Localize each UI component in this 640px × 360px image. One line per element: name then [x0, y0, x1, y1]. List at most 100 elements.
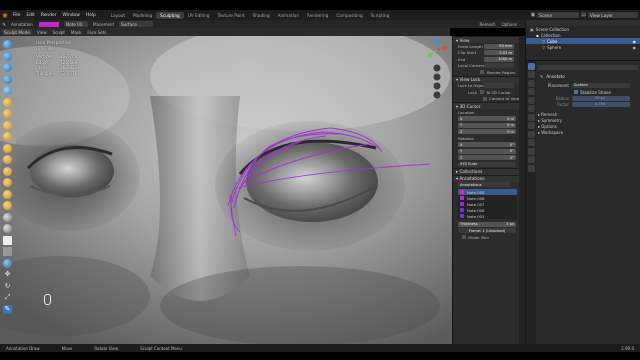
menu-edit[interactable]: Edit [23, 13, 38, 18]
smooth-brush-icon[interactable] [3, 86, 12, 95]
layer-color-swatch[interactable] [460, 202, 464, 206]
elastic-brush-icon[interactable] [3, 166, 12, 176]
clip-end-field[interactable]: 1000 m [484, 56, 514, 62]
radius-field[interactable]: 35 px [572, 95, 630, 101]
location-x-field[interactable]: X0 m [458, 116, 516, 122]
layer-color-swatch[interactable] [460, 208, 464, 212]
mesh-filter-icon[interactable] [3, 258, 12, 268]
eye-icon[interactable]: ◉ [633, 45, 637, 50]
viewport-menu-mask[interactable]: Mask [68, 30, 84, 35]
focal-length-field[interactable]: 80 mm [484, 43, 514, 49]
eye-icon[interactable]: ◉ [633, 39, 637, 44]
lock-to-object-field[interactable] [484, 83, 514, 89]
object-tab-icon[interactable] [527, 113, 535, 121]
scale-tool-icon[interactable]: ⤢ [3, 293, 12, 302]
viewport-menu-sculpt[interactable]: Sculpt [50, 30, 69, 35]
collections-header[interactable]: ▸ Collections [453, 167, 525, 175]
onion-skin-checkbox[interactable] [462, 235, 466, 240]
local-camera-field[interactable] [484, 63, 514, 69]
workspace-tab-compositing[interactable]: Compositing [332, 12, 366, 19]
annotate-tool-icon[interactable]: ✎ [3, 304, 12, 314]
move-tool-icon[interactable]: ✥ [3, 270, 12, 279]
workspace-tab-animation[interactable]: Animation [274, 12, 303, 19]
fill-brush-icon[interactable] [3, 109, 12, 118]
workspace-tab-modeling[interactable]: Modeling [129, 12, 156, 19]
placement-dropdown[interactable]: Surface [572, 82, 630, 88]
workspace-tab-texture-paint[interactable]: Texture Paint [214, 12, 249, 19]
draw-face-sets-icon[interactable] [3, 224, 12, 233]
remesh-button[interactable]: Remesh [477, 22, 499, 27]
view-lock-header[interactable]: ▾ View Lock [453, 75, 525, 83]
constraints-tab-icon[interactable] [527, 147, 535, 155]
frame-field[interactable]: Frame: 1 (Unlocked) [458, 228, 516, 234]
thickness-field[interactable]: Thickness 3 px [458, 221, 516, 227]
annotations-header[interactable]: ▾ Annotations [453, 174, 525, 182]
view-layer-tab-icon[interactable] [527, 88, 535, 95]
location-y-field[interactable]: Y0 m [458, 122, 516, 128]
rotation-z-field[interactable]: Z 0° [458, 155, 516, 161]
multiplane-scrape-icon[interactable] [3, 132, 12, 141]
3d-cursor-header[interactable]: ▾ 3D Cursor [453, 102, 525, 109]
box-hide-icon[interactable] [3, 247, 12, 256]
box-mask-icon[interactable] [3, 235, 12, 245]
annotations-datablock[interactable]: Annotations [458, 182, 510, 188]
list-item[interactable]: Note.003 [458, 213, 517, 219]
navigation-gizmo[interactable] [424, 38, 450, 100]
workspace-tab-sculpting[interactable]: Sculpting [156, 11, 184, 19]
workspace-tab-layout[interactable]: Layout [107, 12, 129, 19]
modifier-tab-icon[interactable] [527, 122, 535, 129]
panel-workspace[interactable]: ▸ Workspace [538, 129, 638, 135]
viewport-menu-face-sets[interactable]: Face Sets [84, 30, 109, 35]
blender-logo-icon[interactable]: ◉ [0, 12, 10, 19]
data-tab-icon[interactable] [527, 156, 535, 163]
workspace-tab-shading[interactable]: Shading [249, 12, 274, 19]
pinch-brush-icon[interactable] [3, 143, 12, 153]
layer-brush-icon[interactable] [3, 74, 12, 84]
outliner-row[interactable]: ▽ Sphere ◉ [526, 44, 640, 50]
options-button[interactable]: Options [499, 22, 520, 27]
location-z-field[interactable]: Z0 m [458, 129, 516, 135]
tool-tab-icon[interactable] [527, 62, 535, 70]
workspace-tab-scripting[interactable]: Scripting [367, 12, 394, 19]
3d-viewport[interactable]: User Perspective (1) Cube Vertices 262,76… [0, 36, 452, 344]
rotation-x-field[interactable]: X 0° [458, 142, 516, 148]
output-tab-icon[interactable] [527, 79, 535, 87]
placement-dropdown[interactable]: Surface [119, 21, 154, 27]
to-3d-cursor-checkbox[interactable] [480, 90, 484, 95]
menu-render[interactable]: Render [38, 13, 60, 18]
menu-help[interactable]: Help [83, 13, 99, 18]
rotation-mode-dropdown[interactable]: XYZ Euler [458, 161, 516, 167]
thumb-brush-icon[interactable] [3, 189, 12, 199]
layer-color-swatch[interactable] [460, 190, 464, 194]
workspace-tab-uv-editing[interactable]: UV Editing [184, 12, 214, 19]
physics-tab-icon[interactable] [527, 139, 535, 146]
mask-brush-icon[interactable] [3, 212, 12, 222]
clay-brush-icon[interactable] [3, 51, 12, 61]
note-selector[interactable]: Note 00 [63, 21, 88, 27]
stabilize-stroke-checkbox[interactable] [574, 90, 578, 94]
onion-skin-row[interactable]: Onion Skin [453, 234, 525, 241]
annotate-tool-icon[interactable]: ✎ [0, 22, 8, 27]
scene-tab-icon[interactable] [527, 96, 535, 104]
annotation-color-swatch[interactable] [38, 21, 59, 27]
particles-tab-icon[interactable] [527, 130, 535, 138]
flatten-brush-icon[interactable] [3, 97, 12, 107]
scene-selector[interactable]: Scene [537, 12, 580, 18]
mode-selector[interactable]: Sculpt Mode [2, 29, 32, 35]
factor-field[interactable]: 0.750 [572, 101, 630, 107]
layer-color-swatch[interactable] [460, 196, 464, 200]
pose-brush-icon[interactable] [3, 201, 12, 210]
viewport-menu-view[interactable]: View [34, 30, 50, 35]
view-section-header[interactable]: ▾ View [453, 36, 525, 43]
crease-brush-icon[interactable] [3, 63, 12, 72]
properties-search-input[interactable] [538, 65, 638, 70]
clip-start-field[interactable]: 0.01 m [484, 50, 514, 56]
world-tab-icon[interactable] [527, 105, 535, 112]
layer-color-swatch[interactable] [460, 214, 464, 218]
rotate-tool-icon[interactable]: ↻ [3, 282, 12, 291]
material-tab-icon[interactable] [527, 164, 535, 172]
menu-file[interactable]: File [10, 13, 23, 18]
view-layer-selector[interactable]: View Layer [588, 12, 638, 18]
snake-hook-icon[interactable] [3, 178, 12, 187]
scrape-brush-icon[interactable] [3, 120, 12, 130]
